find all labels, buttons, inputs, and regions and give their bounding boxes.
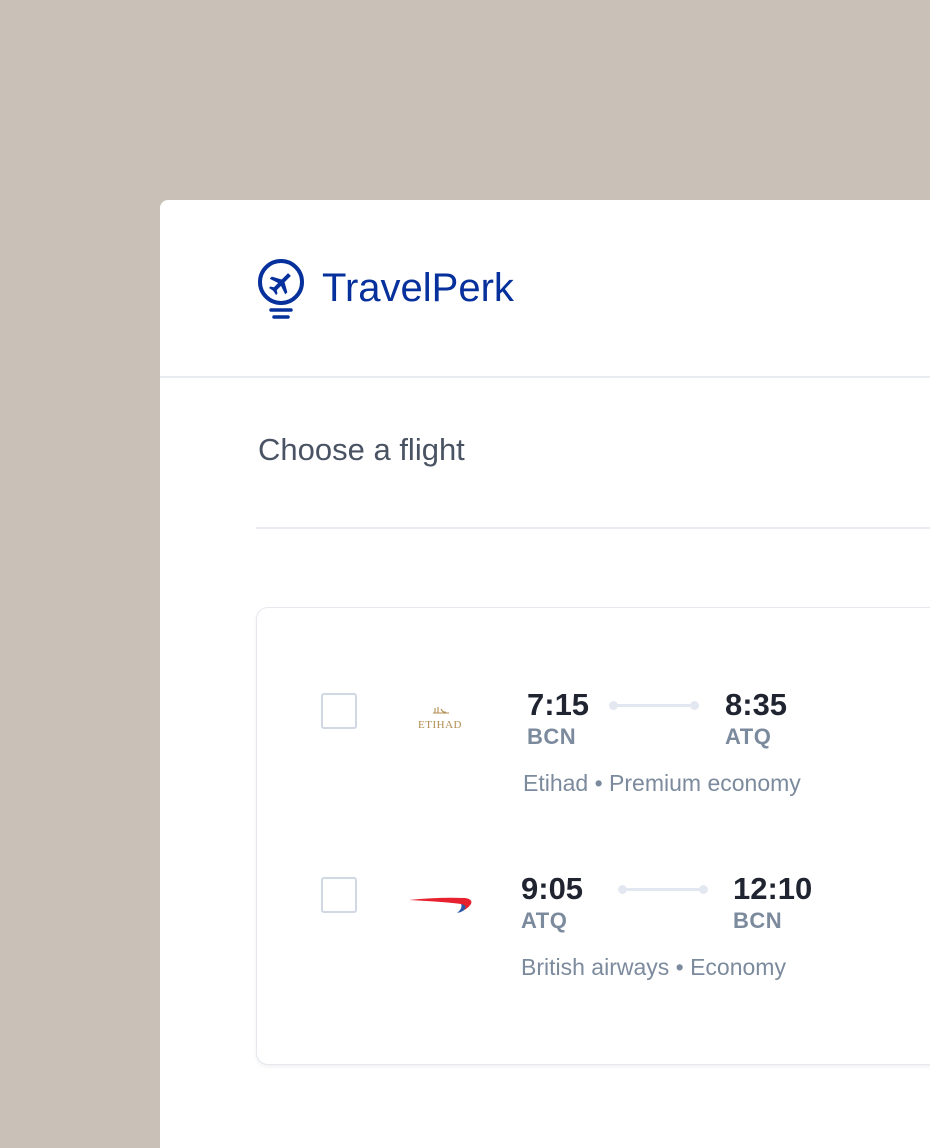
brand-logo[interactable]: TravelPerk	[256, 258, 514, 324]
arrival-airport: ATQ	[725, 724, 772, 749]
lightbulb-plane-icon	[258, 259, 304, 319]
arrival-time: 12:10	[733, 871, 813, 906]
flight-details: Etihad • Premium economy	[523, 770, 801, 796]
flight-checkbox[interactable]	[321, 693, 357, 729]
flight-checkbox[interactable]	[321, 877, 357, 913]
departure-airport: BCN	[527, 724, 577, 749]
divider	[256, 527, 930, 529]
etihad-logo: ETIHAD	[418, 707, 462, 731]
departure-time: 7:15	[527, 687, 590, 722]
flight-options-card: ETIHAD 7:15 BCN 8:35 ATQ Etihad • Premiu…	[256, 607, 930, 1065]
header: TravelPerk	[160, 200, 930, 378]
main-panel: TravelPerk Choose a flight ETIHAD 7:15 B…	[160, 200, 930, 1148]
departure-time: 9:05	[521, 871, 584, 906]
brand-name: TravelPerk	[322, 266, 514, 310]
flight-option[interactable]: 9:05 ATQ 12:10 BCN British airways • Eco…	[257, 860, 930, 1000]
route-line	[618, 885, 708, 894]
arrival-time: 8:35	[725, 687, 788, 722]
departure-airport: ATQ	[521, 908, 568, 933]
page-title: Choose a flight	[258, 432, 465, 467]
arrival-airport: BCN	[733, 908, 783, 933]
flight-option[interactable]: ETIHAD 7:15 BCN 8:35 ATQ Etihad • Premiu…	[257, 676, 930, 816]
svg-text:ETIHAD: ETIHAD	[418, 719, 462, 731]
route-line	[609, 701, 699, 710]
flight-details: British airways • Economy	[521, 954, 786, 980]
british-airways-logo	[409, 897, 472, 913]
